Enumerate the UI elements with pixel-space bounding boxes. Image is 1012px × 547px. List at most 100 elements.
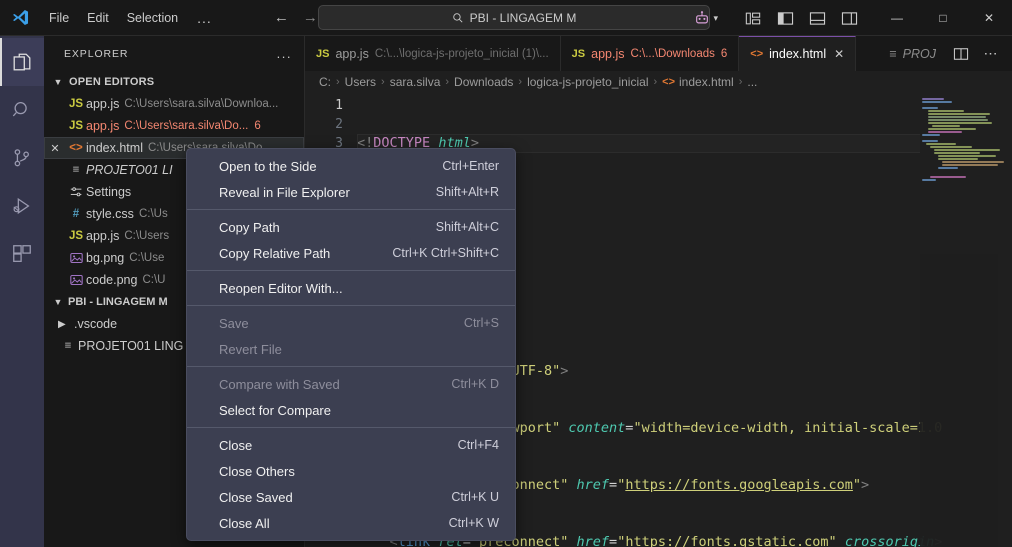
navigation-arrows: ← → (274, 9, 318, 26)
maximize-icon[interactable]: □ (920, 0, 966, 36)
menu-item-shortcut: Ctrl+K D (451, 377, 499, 391)
menu-bar: File Edit Selection ... (40, 7, 222, 29)
breadcrumb-item[interactable]: ... (747, 75, 757, 89)
open-editor-row[interactable]: JS app.js C:\Users\sara.silva\Downloa... (44, 93, 304, 115)
line-number: 2 (335, 117, 343, 132)
section-open-editors-label: OPEN EDITORS (69, 76, 155, 88)
split-editor-icon[interactable] (948, 41, 974, 67)
menu-separator (187, 270, 515, 271)
tab-close-icon[interactable]: ✕ (834, 47, 844, 61)
command-center-text: PBI - LINGAGEM M (469, 10, 577, 25)
menu-overflow-button[interactable]: ... (187, 10, 222, 26)
menu-item-shortcut: Ctrl+F4 (457, 438, 499, 452)
js-file-icon: JS (68, 98, 84, 110)
activity-item-explorer[interactable] (0, 38, 44, 86)
editor-context-menu: Open to the Side Ctrl+Enter Reveal in Fi… (186, 148, 516, 541)
close-icon[interactable]: ✕ (966, 0, 1012, 36)
menu-file[interactable]: File (40, 7, 78, 29)
menu-copy-path[interactable]: Copy Path Shift+Alt+C (187, 214, 515, 240)
tab-label: app.js (591, 46, 625, 61)
image-file-icon (66, 274, 86, 286)
menu-close-others[interactable]: Close Others (187, 458, 515, 484)
menu-close-all[interactable]: Close All Ctrl+K W (187, 510, 515, 536)
open-editor-name: bg.png (86, 251, 125, 265)
js-file-icon: JS (68, 120, 84, 132)
notebook-icon: ≡ (64, 340, 72, 352)
menu-item-shortcut: Shift+Alt+R (435, 185, 499, 199)
menu-separator (187, 427, 515, 428)
section-open-editors[interactable]: ▼ OPEN EDITORS (44, 71, 304, 93)
sidebar-title: EXPLORER (64, 47, 129, 60)
menu-item-label: Close (219, 437, 253, 453)
title-bar: File Edit Selection ... ← → PBI - LINGAG… (0, 0, 1012, 36)
breadcrumb-item[interactable]: C: (319, 75, 331, 89)
tab-index-html[interactable]: <> index.html ✕ (739, 36, 857, 71)
open-editor-name: app.js (86, 119, 120, 133)
toggle-primary-sidebar-icon[interactable] (772, 5, 798, 31)
open-editor-name: Settings (86, 185, 132, 199)
sidebar-more-actions-icon[interactable]: ... (277, 46, 292, 61)
tab-label: app.js (335, 46, 369, 61)
open-editor-path: C:\U (142, 274, 166, 286)
open-editor-name: PROJETO01 LI (86, 163, 173, 177)
menu-select-for-compare[interactable]: Select for Compare (187, 397, 515, 423)
tab-app-js-2[interactable]: JS app.js C:\...\Downloads 6 (560, 36, 740, 71)
menu-edit[interactable]: Edit (78, 7, 118, 29)
tab-path: C:\...\logica-js-projeto_inicial (1)\... (374, 47, 549, 60)
tab-app-js-1[interactable]: JS app.js C:\...\logica-js-projeto_inici… (305, 36, 561, 71)
toggle-panel-icon[interactable] (804, 5, 830, 31)
notebook-icon: ≡ (889, 46, 897, 61)
menu-item-label: Reopen Editor With... (219, 280, 343, 296)
minimize-icon[interactable]: — (874, 0, 920, 36)
more-actions-icon[interactable]: ⋯ (978, 41, 1004, 67)
menu-item-shortcut: Ctrl+K W (448, 516, 499, 530)
error-badge: 6 (254, 120, 261, 132)
open-editor-row[interactable]: JS app.js C:\Users\sara.silva\Do... 6 (44, 115, 304, 137)
tab-projeto-partial[interactable]: ≡ PROJ (881, 47, 944, 61)
menu-copy-relative-path[interactable]: Copy Relative Path Ctrl+K Ctrl+Shift+C (187, 240, 515, 266)
menu-revert-file: Revert File (187, 336, 515, 362)
menu-item-label: Select for Compare (219, 402, 331, 418)
menu-close[interactable]: Close Ctrl+F4 (187, 432, 515, 458)
menu-reveal-in-file-explorer[interactable]: Reveal in File Explorer Shift+Alt+R (187, 179, 515, 205)
menu-selection[interactable]: Selection (118, 7, 187, 29)
minimap[interactable] (920, 93, 1004, 547)
html-file-icon: <> (662, 76, 676, 88)
menu-separator (187, 305, 515, 306)
breadcrumb-item[interactable]: index.html (679, 75, 734, 89)
open-editor-name: app.js (86, 97, 120, 111)
breadcrumb-item[interactable]: Downloads (454, 75, 513, 89)
accounts-icon[interactable]: ▾ (686, 10, 726, 26)
activity-item-search[interactable] (0, 86, 44, 134)
breadcrumb-item[interactable]: sara.silva (390, 75, 441, 89)
open-editor-name: index.html (86, 141, 143, 155)
menu-item-shortcut: Ctrl+Enter (442, 159, 499, 173)
menu-open-to-the-side[interactable]: Open to the Side Ctrl+Enter (187, 153, 515, 179)
customize-layout-icon[interactable] (740, 5, 766, 31)
js-file-icon: JS (316, 47, 330, 60)
breadcrumb-item[interactable]: Users (345, 75, 376, 89)
chevron-right-icon: › (445, 76, 450, 88)
activity-item-run-and-debug[interactable] (0, 182, 44, 230)
forward-arrow-icon[interactable]: → (303, 9, 318, 26)
close-editor-icon[interactable]: ✕ (44, 142, 66, 155)
back-arrow-icon[interactable]: ← (274, 9, 289, 26)
breadcrumb: C: › Users › sara.silva › Downloads › lo… (305, 71, 1012, 93)
js-file-icon: JS (68, 230, 84, 242)
open-editor-path: C:\Users (124, 230, 170, 242)
workspace-item-label: .vscode (74, 317, 118, 331)
open-editor-name: style.css (86, 207, 134, 221)
menu-close-saved[interactable]: Close Saved Ctrl+K U (187, 484, 515, 510)
activity-item-source-control[interactable] (0, 134, 44, 182)
vertical-scrollbar[interactable] (998, 93, 1012, 547)
html-file-icon: <> (750, 48, 764, 60)
activity-item-extensions[interactable] (0, 230, 44, 278)
menu-item-label: Save (219, 315, 249, 331)
command-center-search[interactable]: PBI - LINGAGEM M (318, 5, 710, 30)
menu-separator (187, 209, 515, 210)
breadcrumb-item[interactable]: logica-js-projeto_inicial (527, 75, 648, 89)
chevron-down-icon: ▼ (53, 297, 63, 307)
menu-reopen-editor-with[interactable]: Reopen Editor With... (187, 275, 515, 301)
toggle-secondary-sidebar-icon[interactable] (836, 5, 862, 31)
workspace-folder-label: PBI - LINGAGEM M (68, 296, 168, 308)
